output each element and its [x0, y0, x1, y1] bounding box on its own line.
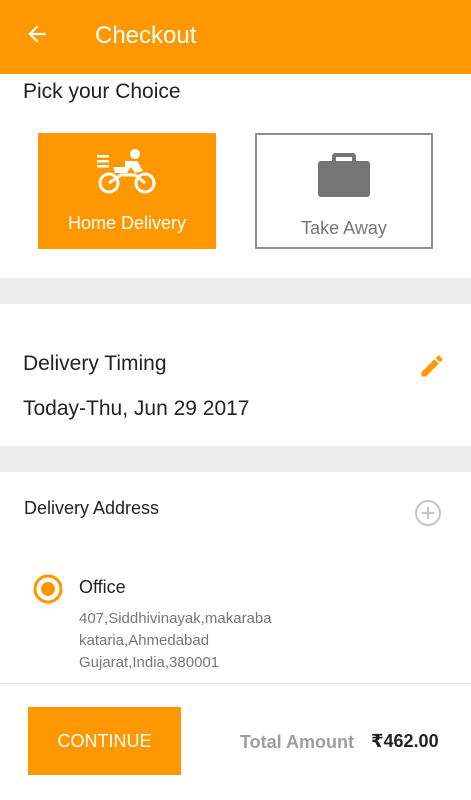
home-delivery-label: Home Delivery: [67, 213, 187, 233]
take-away-label: Take Away: [301, 218, 387, 238]
home-delivery-option[interactable]: Home Delivery: [38, 133, 216, 249]
section-divider: [0, 278, 471, 304]
take-away-option[interactable]: Take Away: [255, 133, 433, 249]
plus-circle-icon: [415, 500, 441, 526]
section-divider: [0, 446, 471, 472]
back-button[interactable]: [20, 17, 54, 51]
page-title: Checkout: [95, 22, 197, 49]
edit-timing-button[interactable]: [414, 348, 450, 384]
delivery-address-heading: Delivery Address: [24, 498, 160, 518]
address-line: Gujarat,India,380001: [79, 654, 220, 671]
total-amount-label: Total Amount: [240, 732, 354, 752]
address-name: Office: [79, 577, 126, 597]
delivery-timing-heading: Delivery Timing: [23, 352, 167, 375]
checkout-footer: CONTINUE Total Amount ₹462.00: [0, 683, 471, 800]
pencil-icon: [421, 355, 443, 377]
total-amount-value: ₹462.00: [371, 731, 439, 751]
add-address-button[interactable]: [412, 497, 444, 529]
address-line: kataria,Ahmedabad: [79, 632, 210, 649]
briefcase-icon: [257, 147, 431, 199]
bicycle-delivery-icon: [38, 147, 216, 195]
app-bar: Checkout: [0, 0, 471, 74]
radio-selected-icon: [33, 574, 63, 604]
address-line: 407,Siddhivinayak,makaraba: [79, 610, 272, 627]
continue-button[interactable]: CONTINUE: [28, 707, 181, 775]
address-radio-office[interactable]: [32, 573, 64, 605]
arrow-left-icon: [28, 25, 46, 43]
delivery-timing-value: Today-Thu, Jun 29 2017: [23, 397, 250, 420]
pick-choice-heading: Pick your Choice: [23, 80, 181, 103]
